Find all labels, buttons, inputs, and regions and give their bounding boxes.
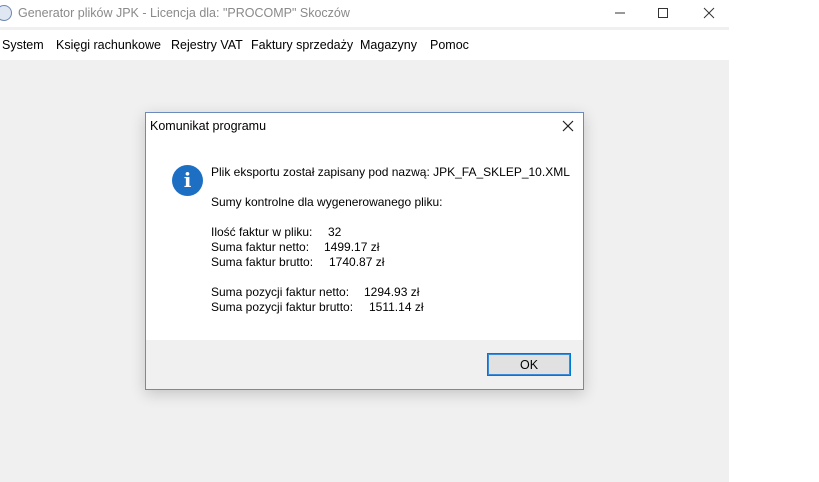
- info-icon: i: [172, 165, 203, 196]
- close-icon: [703, 7, 715, 19]
- close-button[interactable]: [686, 0, 732, 27]
- title-bar[interactable]: Generator plików JPK - Licencja dla: "PR…: [0, 0, 729, 27]
- items-gross-value: 1511.14 zł: [369, 300, 424, 314]
- minimize-icon: [615, 12, 625, 14]
- window-title: Generator plików JPK - Licencja dla: "PR…: [18, 6, 350, 20]
- close-icon: [562, 120, 574, 132]
- menu-item-system[interactable]: System: [2, 38, 44, 52]
- jpk-app-icon[interactable]: [0, 5, 12, 21]
- invoice-count-value: 32: [328, 225, 342, 239]
- items-gross-label: Suma pozycji faktur brutto:: [211, 300, 354, 314]
- dialog-title: Komunikat programu: [150, 119, 267, 133]
- export-file-message: Plik eksportu został zapisany pod nazwą:…: [211, 165, 570, 179]
- menu-item-ksiegi-rachunkowe[interactable]: Księgi rachunkowe: [56, 38, 161, 52]
- menu-item-faktury-sprzedazy[interactable]: Faktury sprzedaży: [251, 38, 353, 52]
- checksums-heading: Sumy kontrolne dla wygenerowanego pliku:: [211, 195, 443, 209]
- message-dialog: Komunikat programu i Plik eksportu zosta…: [145, 112, 584, 390]
- ok-button[interactable]: OK: [487, 353, 571, 376]
- invoices-net-value: 1499.17 zł: [324, 240, 380, 254]
- invoices-gross-value: 1740.87 zł: [329, 255, 385, 269]
- invoice-count-label: Ilość faktur w pliku:: [211, 225, 313, 239]
- maximize-button[interactable]: [640, 0, 686, 27]
- menu-item-rejestry-vat[interactable]: Rejestry VAT: [171, 38, 243, 52]
- minimize-button[interactable]: [597, 0, 643, 27]
- dialog-close-button[interactable]: [551, 113, 583, 139]
- maximize-icon: [658, 8, 668, 18]
- items-net-label: Suma pozycji faktur netto:: [211, 285, 350, 299]
- items-net-value: 1294.93 zł: [364, 285, 420, 299]
- menu-bar: System Księgi rachunkowe Rejestry VAT Fa…: [0, 30, 729, 60]
- menu-item-pomoc[interactable]: Pomoc: [430, 38, 469, 52]
- dialog-footer: OK: [146, 340, 583, 389]
- invoices-net-label: Suma faktur netto:: [211, 240, 310, 254]
- app-window: Generator plików JPK - Licencja dla: "PR…: [0, 0, 729, 482]
- menu-item-magazyny[interactable]: Magazyny: [360, 38, 417, 52]
- invoices-gross-label: Suma faktur brutto:: [211, 255, 314, 269]
